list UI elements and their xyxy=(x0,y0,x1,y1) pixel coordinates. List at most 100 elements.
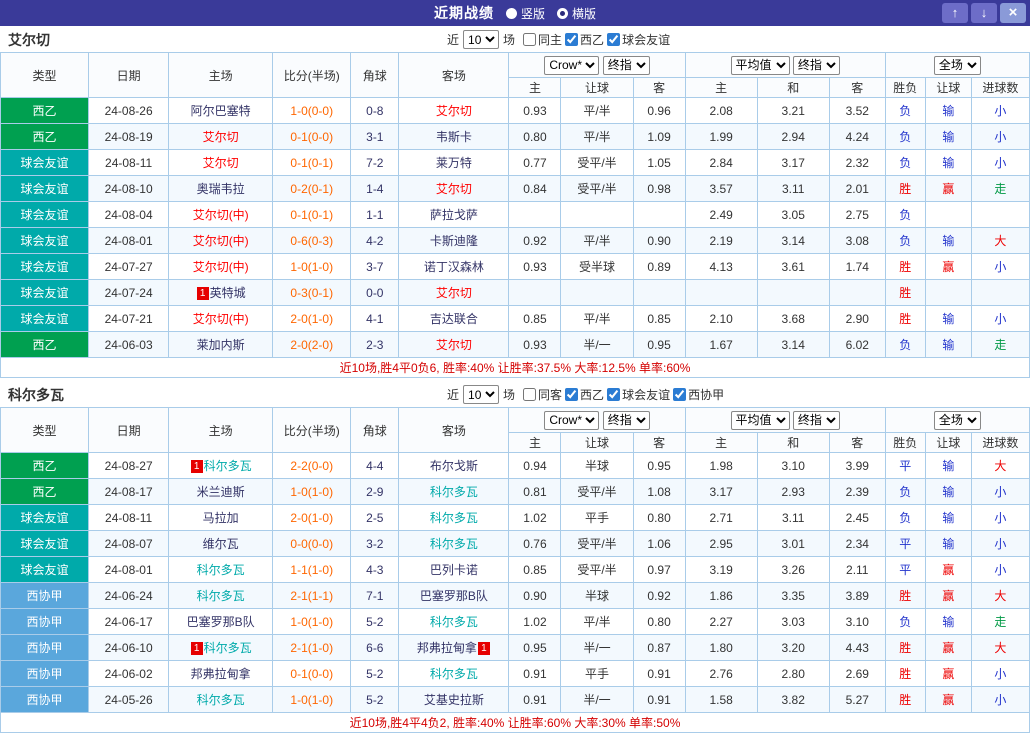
asian-handicap: 半/一 xyxy=(561,687,633,713)
odds-company-select[interactable]: Crow* xyxy=(544,56,599,75)
close-button[interactable]: × xyxy=(1000,3,1026,23)
away-team: 布尔戈斯 xyxy=(399,453,509,479)
checkbox-input[interactable] xyxy=(565,388,578,401)
handicap-result: 输 xyxy=(925,150,971,176)
scroll-down-button[interactable]: ↓ xyxy=(971,3,997,23)
euro-avg-select[interactable]: 平均值 xyxy=(731,411,790,430)
filter-check-同主[interactable]: 同主 xyxy=(523,31,562,48)
goals-result: 小 xyxy=(971,254,1029,280)
filter-check-球会友谊[interactable]: 球会友谊 xyxy=(607,386,670,403)
goals-result: 走 xyxy=(971,176,1029,202)
euro-home-odds: 3.19 xyxy=(685,557,757,583)
euro-time-select[interactable]: 终指 xyxy=(793,411,840,430)
team-label: 艾尔切 xyxy=(203,156,239,170)
filter-check-西乙[interactable]: 西乙 xyxy=(565,386,604,403)
away-team: 艾尔切 xyxy=(399,98,509,124)
euro-away-odds: 3.99 xyxy=(829,453,885,479)
result: 胜 xyxy=(885,661,925,687)
goals-result: 大 xyxy=(971,583,1029,609)
asian-home-odds: 0.85 xyxy=(509,557,561,583)
match-date: 24-06-10 xyxy=(89,635,169,661)
radio-horizontal-layout[interactable]: 横版 xyxy=(557,5,596,22)
radio-off-icon xyxy=(506,8,517,19)
checkbox-input[interactable] xyxy=(523,388,536,401)
euro-away-odds: 3.89 xyxy=(829,583,885,609)
team-label: 科尔多瓦 xyxy=(197,563,245,577)
euro-draw-odds: 3.11 xyxy=(757,505,829,531)
team-label: 维尔瓦 xyxy=(203,537,239,551)
match-date: 24-05-26 xyxy=(89,687,169,713)
filter-check-西乙[interactable]: 西乙 xyxy=(565,31,604,48)
euro-away-odds: 2.11 xyxy=(829,557,885,583)
match-score: 2-1(1-1) xyxy=(273,583,351,609)
euro-home-odds: 2.95 xyxy=(685,531,757,557)
filter-check-西协甲[interactable]: 西协甲 xyxy=(673,386,724,403)
euro-avg-select[interactable]: 平均值 xyxy=(731,56,790,75)
asian-away-odds xyxy=(633,202,685,228)
corner-score: 7-2 xyxy=(351,150,399,176)
odds-time-select[interactable]: 终指 xyxy=(603,56,650,75)
goals-result: 小 xyxy=(971,98,1029,124)
match-count-select[interactable]: 10 xyxy=(463,385,499,404)
asian-handicap: 平/半 xyxy=(561,609,633,635)
scope-select[interactable]: 全场 xyxy=(934,56,981,75)
away-team: 科尔多瓦 xyxy=(399,479,509,505)
euro-home-odds: 1.67 xyxy=(685,332,757,358)
handicap-result: 输 xyxy=(925,98,971,124)
scroll-up-button[interactable]: ↑ xyxy=(942,3,968,23)
checkbox-input[interactable] xyxy=(523,33,536,46)
col-away: 客场 xyxy=(399,408,509,453)
euro-away-odds: 3.52 xyxy=(829,98,885,124)
team-label: 科尔多瓦 xyxy=(430,537,478,551)
euro-home-odds: 2.76 xyxy=(685,661,757,687)
asian-away-odds: 1.05 xyxy=(633,150,685,176)
match-score: 0-6(0-3) xyxy=(273,228,351,254)
asian-handicap: 平/半 xyxy=(561,228,633,254)
checkbox-input[interactable] xyxy=(607,388,620,401)
col-asian-away: 客 xyxy=(633,433,685,453)
corner-score: 4-4 xyxy=(351,453,399,479)
col-euro-home: 主 xyxy=(685,433,757,453)
match-type-badge: 西协甲 xyxy=(1,635,89,661)
away-team: 艾尔切 xyxy=(399,280,509,306)
odds-company-select[interactable]: Crow* xyxy=(544,411,599,430)
asian-handicap: 受平/半 xyxy=(561,557,633,583)
result: 平 xyxy=(885,531,925,557)
team-label: 艾尔切(中) xyxy=(193,312,249,326)
goals-result: 小 xyxy=(971,557,1029,583)
title-group: 近期战绩 竖版 横版 xyxy=(434,3,596,23)
home-team: 奥瑞韦拉 xyxy=(169,176,273,202)
match-date: 24-06-24 xyxy=(89,583,169,609)
match-count-select[interactable]: 10 xyxy=(463,30,499,49)
match-row: 球会友谊24-08-01科尔多瓦1-1(1-0)4-3巴列卡诺0.85受平/半0… xyxy=(1,557,1030,583)
col-asian-home: 主 xyxy=(509,433,561,453)
handicap-result: 输 xyxy=(925,228,971,254)
filter-check-球会友谊[interactable]: 球会友谊 xyxy=(607,31,670,48)
filter-check-同客[interactable]: 同客 xyxy=(523,386,562,403)
result: 胜 xyxy=(885,306,925,332)
asian-away-odds: 0.89 xyxy=(633,254,685,280)
summary-stats: 近10场,胜4平0负6, 胜率:40% 让胜率:37.5% 大率:12.5% 单… xyxy=(1,358,1030,378)
col-euro-draw: 和 xyxy=(757,78,829,98)
checkbox-input[interactable] xyxy=(607,33,620,46)
asian-home-odds xyxy=(509,202,561,228)
euro-home-odds: 2.49 xyxy=(685,202,757,228)
asian-away-odds: 0.91 xyxy=(633,661,685,687)
radio-vertical-layout[interactable]: 竖版 xyxy=(506,5,545,22)
euro-draw-odds: 3.11 xyxy=(757,176,829,202)
away-team: 艾基史拉斯 xyxy=(399,687,509,713)
checkbox-input[interactable] xyxy=(673,388,686,401)
match-type-badge: 球会友谊 xyxy=(1,557,89,583)
goals-result: 小 xyxy=(971,306,1029,332)
euro-time-select[interactable]: 终指 xyxy=(793,56,840,75)
checkbox-input[interactable] xyxy=(565,33,578,46)
away-team: 吉达联合 xyxy=(399,306,509,332)
asian-away-odds: 0.97 xyxy=(633,557,685,583)
asian-handicap: 半/一 xyxy=(561,635,633,661)
match-score: 0-1(0-0) xyxy=(273,124,351,150)
result: 负 xyxy=(885,202,925,228)
odds-time-select[interactable]: 终指 xyxy=(603,411,650,430)
scope-select[interactable]: 全场 xyxy=(934,411,981,430)
goals-result: 走 xyxy=(971,609,1029,635)
result: 负 xyxy=(885,228,925,254)
